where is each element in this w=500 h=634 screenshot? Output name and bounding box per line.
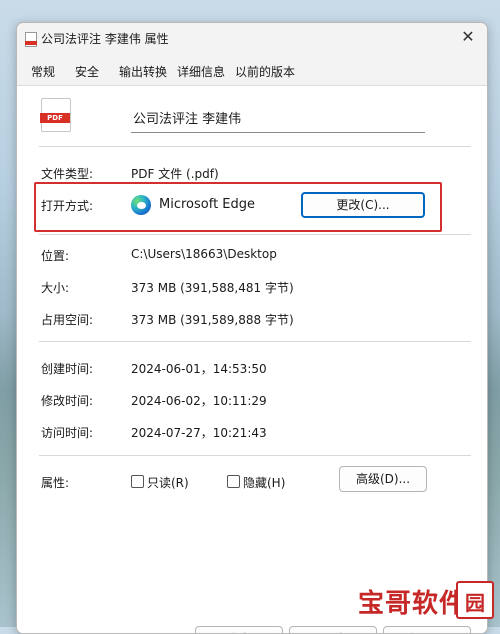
tab-output-conversion[interactable]: 输出转换 [119,63,167,80]
general-panel: PDF 公司法评注 李建伟 文件类型: PDF 文件 (.pdf) 打开方式: … [17,85,487,633]
pdf-document-icon: PDF [40,98,71,132]
size-label: 大小: [41,281,70,295]
open-with-label: 打开方式: [41,199,94,213]
title-bar: 公司法评注 李建伟 属性 ✕ [17,23,487,53]
file-type-value: PDF 文件 (.pdf) [131,167,219,181]
tab-general[interactable]: 常规 [31,63,55,80]
advanced-button[interactable]: 高级(D)... [339,466,427,492]
window-title: 公司法评注 李建伟 属性 [41,32,169,46]
hidden-label[interactable]: 隐藏(H) [243,474,285,491]
close-icon[interactable]: ✕ [459,27,477,47]
disk-size-label: 占用空间: [41,313,94,327]
created-label: 创建时间: [41,362,94,376]
modified-value: 2024-06-02，10:11:29 [131,394,267,408]
file-name-field[interactable]: 公司法评注 李建伟 [131,106,425,133]
location-label: 位置: [41,249,70,263]
ok-button[interactable]: 确定 [195,626,283,633]
divider [39,455,471,456]
divider [39,146,471,147]
divider [39,341,471,342]
change-button[interactable]: 更改(C)... [301,192,425,218]
watermark-seal: 园 [456,581,494,619]
properties-dialog: 公司法评注 李建伟 属性 ✕ 常规 安全 输出转换 详细信息 以前的版本 PDF… [16,22,488,634]
file-type-label: 文件类型: [41,167,94,181]
edge-icon [131,195,151,215]
accessed-label: 访问时间: [41,426,94,440]
apply-button[interactable]: 应用(A) [383,626,471,633]
location-value: C:\Users\18663\Desktop [131,247,277,261]
open-with-value: Microsoft Edge [159,197,256,212]
watermark-seal-text: 园 [465,591,485,615]
tab-previous-versions[interactable]: 以前的版本 [235,63,295,80]
pdf-file-icon [25,32,37,47]
attributes-label: 属性: [41,476,70,490]
pdf-badge: PDF [40,113,70,123]
site-watermark: 宝哥软件园 园 [358,581,494,619]
hidden-checkbox[interactable] [227,475,240,488]
tab-security[interactable]: 安全 [75,63,99,80]
modified-label: 修改时间: [41,394,94,408]
accessed-value: 2024-07-27，10:21:43 [131,426,267,440]
size-value: 373 MB (391,588,481 字节) [131,281,294,295]
created-value: 2024-06-01，14:53:50 [131,362,267,376]
cancel-button[interactable]: 取消 [289,626,377,633]
tab-details[interactable]: 详细信息 [177,63,225,80]
file-name-text: 公司法评注 李建伟 [133,112,242,127]
readonly-label[interactable]: 只读(R) [147,474,189,491]
divider [39,234,471,235]
disk-size-value: 373 MB (391,589,888 字节) [131,313,294,327]
readonly-checkbox[interactable] [131,475,144,488]
